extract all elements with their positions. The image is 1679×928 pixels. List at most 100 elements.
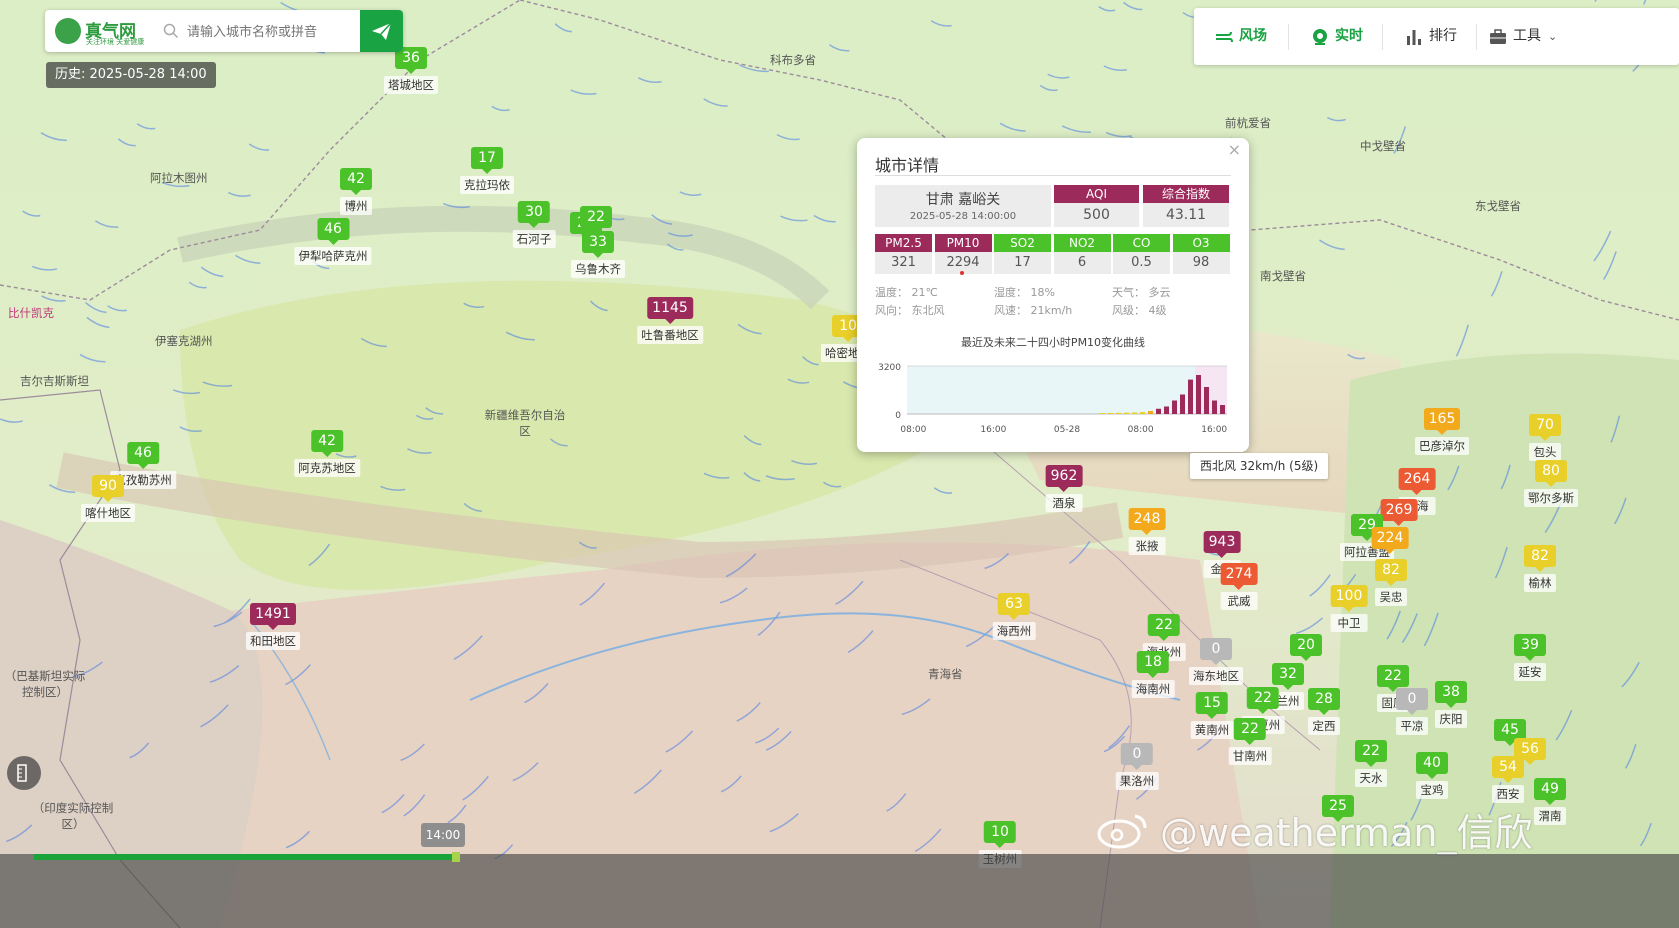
aqi-badge: 248 (1128, 508, 1166, 535)
timeline-handle[interactable] (451, 852, 460, 862)
aqi-badge: 224 (1371, 527, 1409, 554)
timeline-bar[interactable] (0, 852, 1679, 928)
station-marker[interactable]: 18 海南州 (1131, 651, 1175, 698)
station-city-label: 庆阳 (1435, 710, 1467, 728)
aqi-badge: 1491 (250, 603, 296, 630)
aqi-badge: 165 (1423, 408, 1461, 435)
timeline-track[interactable] (0, 854, 1679, 928)
close-icon[interactable]: × (1228, 140, 1241, 159)
region-label: 伊塞克湖州 (155, 334, 213, 348)
top-toolbar: 风场 实时 排行 工具 ⌄ (1194, 8, 1679, 65)
station-city-label: 榆林 (1524, 574, 1556, 592)
pollutant-header: CO (1113, 234, 1170, 252)
chart-bar (1196, 375, 1201, 414)
station-marker[interactable]: 40 宝鸡 (1416, 752, 1448, 799)
station-marker[interactable]: 248 张掖 (1128, 508, 1166, 555)
station-marker[interactable]: 22 甘南州 (1228, 718, 1272, 765)
pollutant-value: 6 (1053, 252, 1111, 274)
station-marker[interactable]: 0 海东地区 (1189, 638, 1243, 685)
chevron-down-icon: ⌄ (1548, 30, 1558, 43)
chart-bar (1164, 406, 1169, 414)
aqi-badge: 46 (317, 218, 349, 245)
zhenqi-logo[interactable]: 真气网 关注环境 关爱健康 (53, 16, 158, 46)
station-marker[interactable]: 42 阿克苏地区 (294, 430, 360, 477)
station-marker[interactable]: 54 西安 (1492, 756, 1524, 803)
station-marker[interactable]: 30 石河子 (512, 201, 556, 248)
region-label: 中戈壁省 (1360, 139, 1406, 153)
station-city-label: 海东地区 (1189, 667, 1243, 685)
pollutant-header: O3 (1172, 234, 1230, 252)
station-marker[interactable]: 42 博州 (340, 168, 372, 215)
station-marker[interactable]: 70 包头 (1529, 414, 1561, 461)
aqi-header: AQI (1054, 185, 1139, 203)
aqi-badge: 40 (1416, 752, 1448, 779)
station-marker[interactable]: 1491 和田地区 (246, 603, 300, 650)
chart-bar (1156, 408, 1161, 414)
city-search-input[interactable] (185, 19, 359, 45)
station-marker[interactable]: 100 中卫 (1330, 585, 1368, 632)
station-city-label: 平凉 (1396, 717, 1428, 735)
region-label: 科布多省 (770, 53, 816, 67)
station-city-label: 包头 (1529, 443, 1561, 461)
station-marker[interactable]: 1145 吐鲁番地区 (637, 297, 703, 344)
aqi-badge: 274 (1220, 563, 1258, 590)
station-city-label: 黄南州 (1190, 721, 1234, 739)
station-marker[interactable]: 28 定西 (1308, 688, 1340, 735)
search-icon (163, 23, 179, 39)
station-marker[interactable]: 90 喀什地区 (81, 475, 135, 522)
station-city-label: 吐鲁番地区 (637, 326, 703, 344)
aqi-badge: 39 (1514, 634, 1546, 661)
aqi-badge: 22 (1148, 614, 1180, 641)
logo-slogan: 关注环境 关爱健康 (86, 38, 145, 46)
station-marker[interactable]: 63 海西州 (992, 593, 1036, 640)
station-city-label: 伊犁哈萨克州 (294, 247, 372, 265)
station-marker[interactable]: 274 武威 (1220, 563, 1258, 610)
station-marker[interactable]: 165 巴彦淖尔 (1415, 408, 1469, 455)
aqi-badge: 30 (518, 201, 550, 228)
pollutant-value: 98 (1172, 252, 1230, 274)
realtime-icon (1313, 29, 1327, 45)
station-marker[interactable]: 36 塔城地区 (384, 47, 438, 94)
station-marker[interactable]: 22 (580, 206, 612, 233)
station-marker[interactable]: 15 黄南州 (1190, 692, 1234, 739)
station-marker[interactable]: 22 天水 (1355, 740, 1387, 787)
station-marker[interactable]: 0 果洛州 (1115, 743, 1159, 790)
station-marker[interactable]: 39 延安 (1514, 634, 1546, 681)
station-city-label: 果洛州 (1115, 772, 1159, 790)
station-city-label: 塔城地区 (384, 76, 438, 94)
chart-x-tick: 05-28 (1054, 425, 1080, 435)
station-city-label: 张掖 (1128, 537, 1166, 555)
station-city-label: 阿克苏地区 (294, 459, 360, 477)
toolbar-tools-button[interactable]: 工具 ⌄ (1488, 8, 1568, 65)
aqi-badge: 28 (1308, 688, 1340, 715)
station-marker[interactable]: 962 酒泉 (1045, 465, 1083, 512)
search-bar: 真气网 关注环境 关爱健康 (45, 10, 403, 52)
toolbar-rank-button[interactable]: 排行 (1404, 8, 1474, 65)
toolbar-wind-button[interactable]: 风场 (1214, 8, 1294, 65)
region-label: 青海省 (928, 667, 963, 681)
station-marker[interactable]: 0 平凉 (1396, 688, 1428, 735)
meteo-wind-level: 风级： 4级 (1112, 304, 1167, 317)
map-tool-button[interactable] (7, 756, 41, 790)
station-marker[interactable]: 38 庆阳 (1435, 681, 1467, 728)
station-marker[interactable]: 17 克拉玛依 (460, 147, 514, 194)
station-marker[interactable]: 20 (1290, 634, 1322, 661)
search-submit-button[interactable] (360, 10, 403, 52)
aqi-badge: 42 (340, 168, 372, 195)
station-marker[interactable]: 46 伊犁哈萨克州 (294, 218, 372, 265)
region-label: 南戈壁省 (1260, 269, 1306, 283)
station-marker[interactable]: 33 乌鲁木齐 (571, 231, 625, 278)
pollutant-header: SO2 (994, 234, 1051, 252)
station-marker[interactable]: 80 鄂尔多斯 (1524, 460, 1578, 507)
toolbar-realtime-button[interactable]: 实时 (1310, 8, 1380, 65)
station-marker[interactable]: 82 榆林 (1524, 545, 1556, 592)
ranking-icon (1407, 30, 1421, 45)
station-marker[interactable]: 49 渭南 (1534, 778, 1566, 825)
station-marker[interactable]: 82 吴忠 (1375, 559, 1407, 606)
region-label: 比什凯克 (8, 306, 54, 320)
timeline-current-time: 14:00 (421, 823, 465, 847)
aqi-badge: 90 (92, 475, 124, 502)
chart-bar (1220, 405, 1225, 414)
station-marker[interactable]: 224 (1371, 527, 1409, 554)
station-city-label: 天水 (1355, 769, 1387, 787)
